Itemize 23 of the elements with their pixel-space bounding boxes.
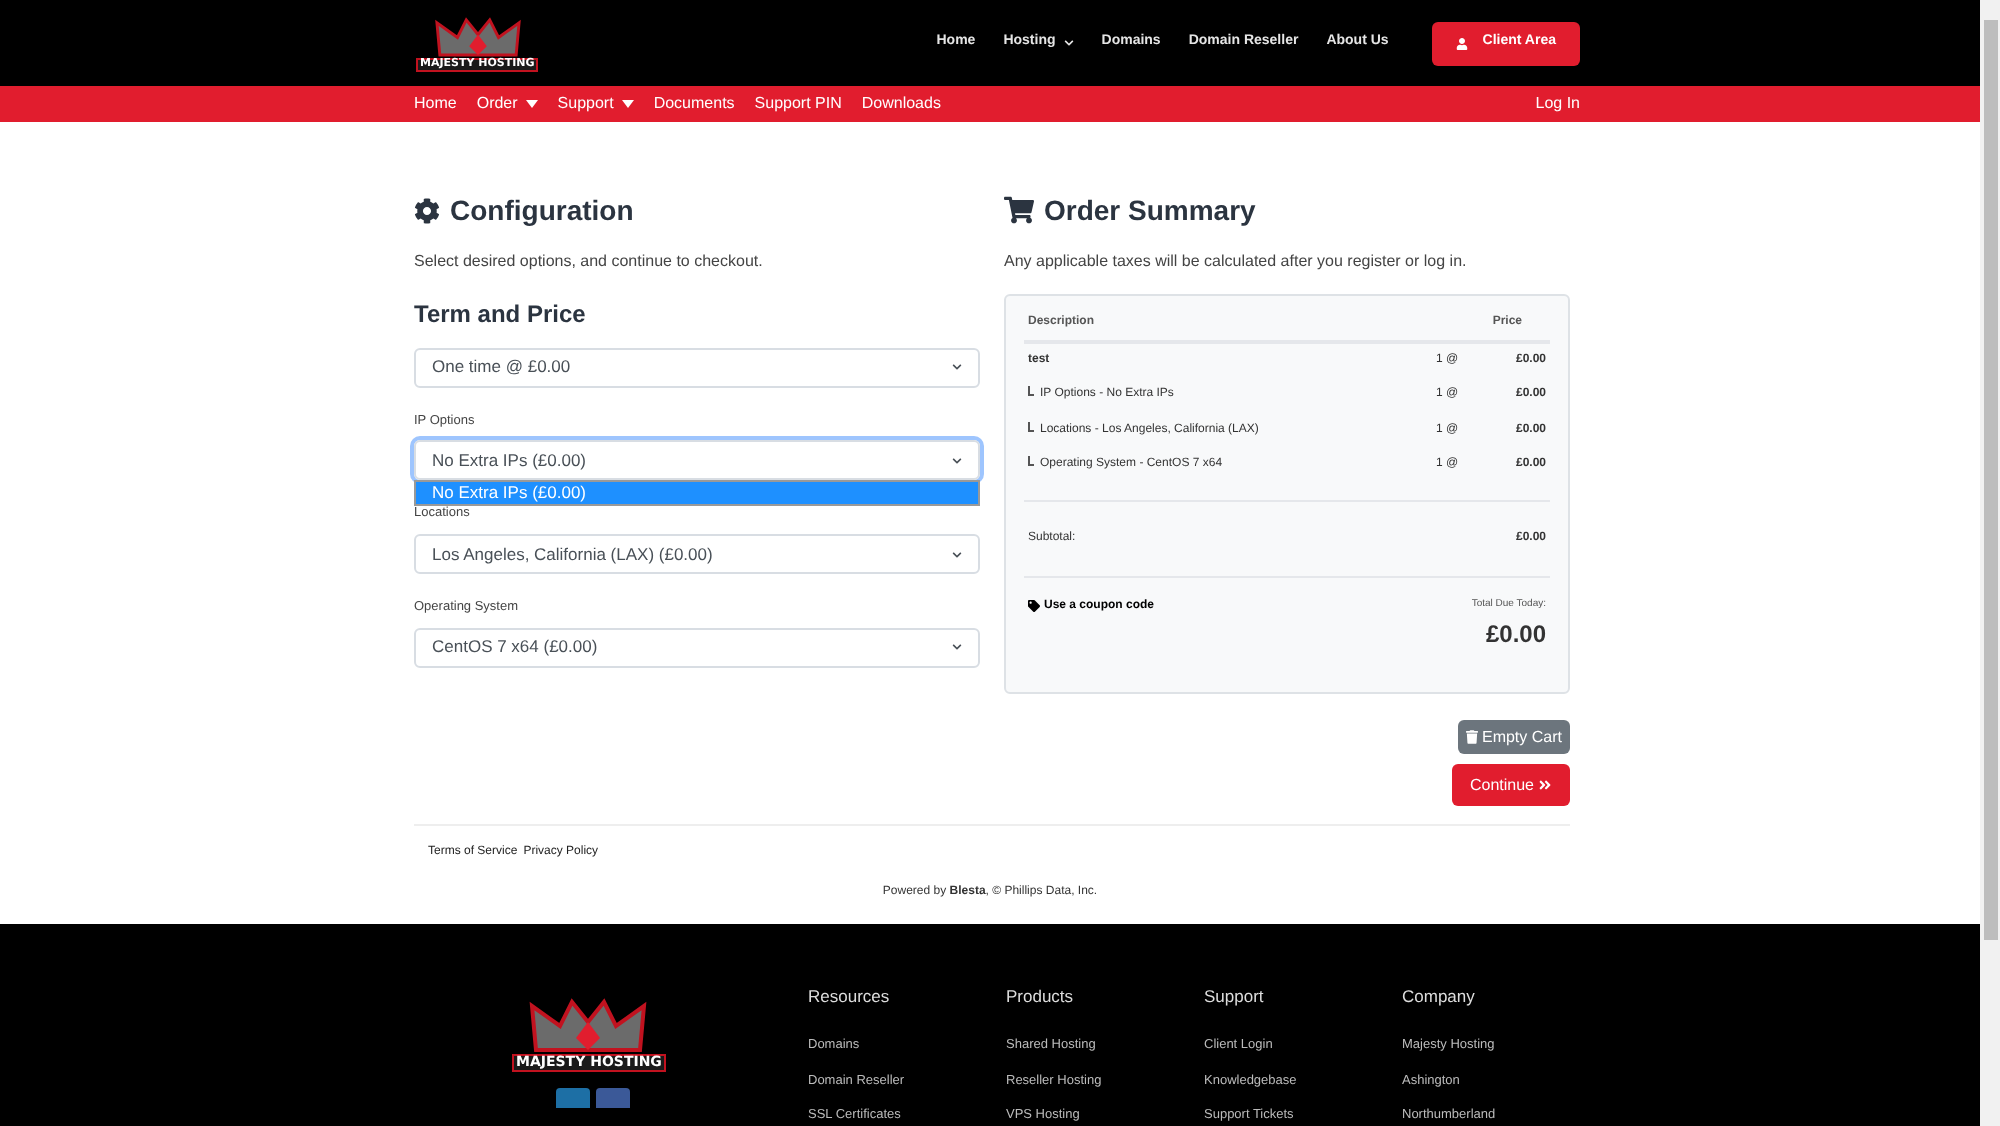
select-field[interactable]: Los Angeles, California (LAX) (£0.00) [414, 534, 980, 574]
footer-heading: Company [1402, 984, 1477, 1010]
footer-heading: Support [1204, 984, 1266, 1010]
section-heading: Order Summary [1004, 189, 1570, 231]
tax-note: Any applicable taxes will be calculated after you register or log in. [1004, 249, 1469, 273]
nav-link[interactable]: Support [557, 91, 634, 116]
section-heading: Configuration [414, 189, 980, 231]
intro-text: Select desired options, and continue to checkout. [414, 249, 765, 273]
nav-link[interactable]: Support PIN [754, 91, 842, 116]
total-value: £0.00 [1485, 618, 1546, 652]
nav-link[interactable]: Downloads [861, 91, 941, 116]
nav-link[interactable]: Order [476, 91, 538, 116]
nav-link[interactable]: Home [414, 91, 457, 116]
continue-button[interactable]: Continue [1451, 764, 1570, 806]
empty-cart-button[interactable]: Empty Cart [1457, 720, 1570, 754]
select-field[interactable]: CentOS 7 x64 (£0.00) [414, 627, 980, 668]
select-field[interactable]: One time @ £0.00 [414, 347, 980, 387]
footer-heading: Products [1006, 984, 1076, 1010]
term-heading: Term and Price [414, 297, 588, 331]
login-link[interactable]: Log In [1535, 91, 1580, 116]
select-field[interactable]: No Extra IPs (£0.00) [414, 440, 980, 481]
nav-link[interactable]: Documents [653, 91, 735, 116]
footer-heading: Resources [808, 984, 892, 1010]
